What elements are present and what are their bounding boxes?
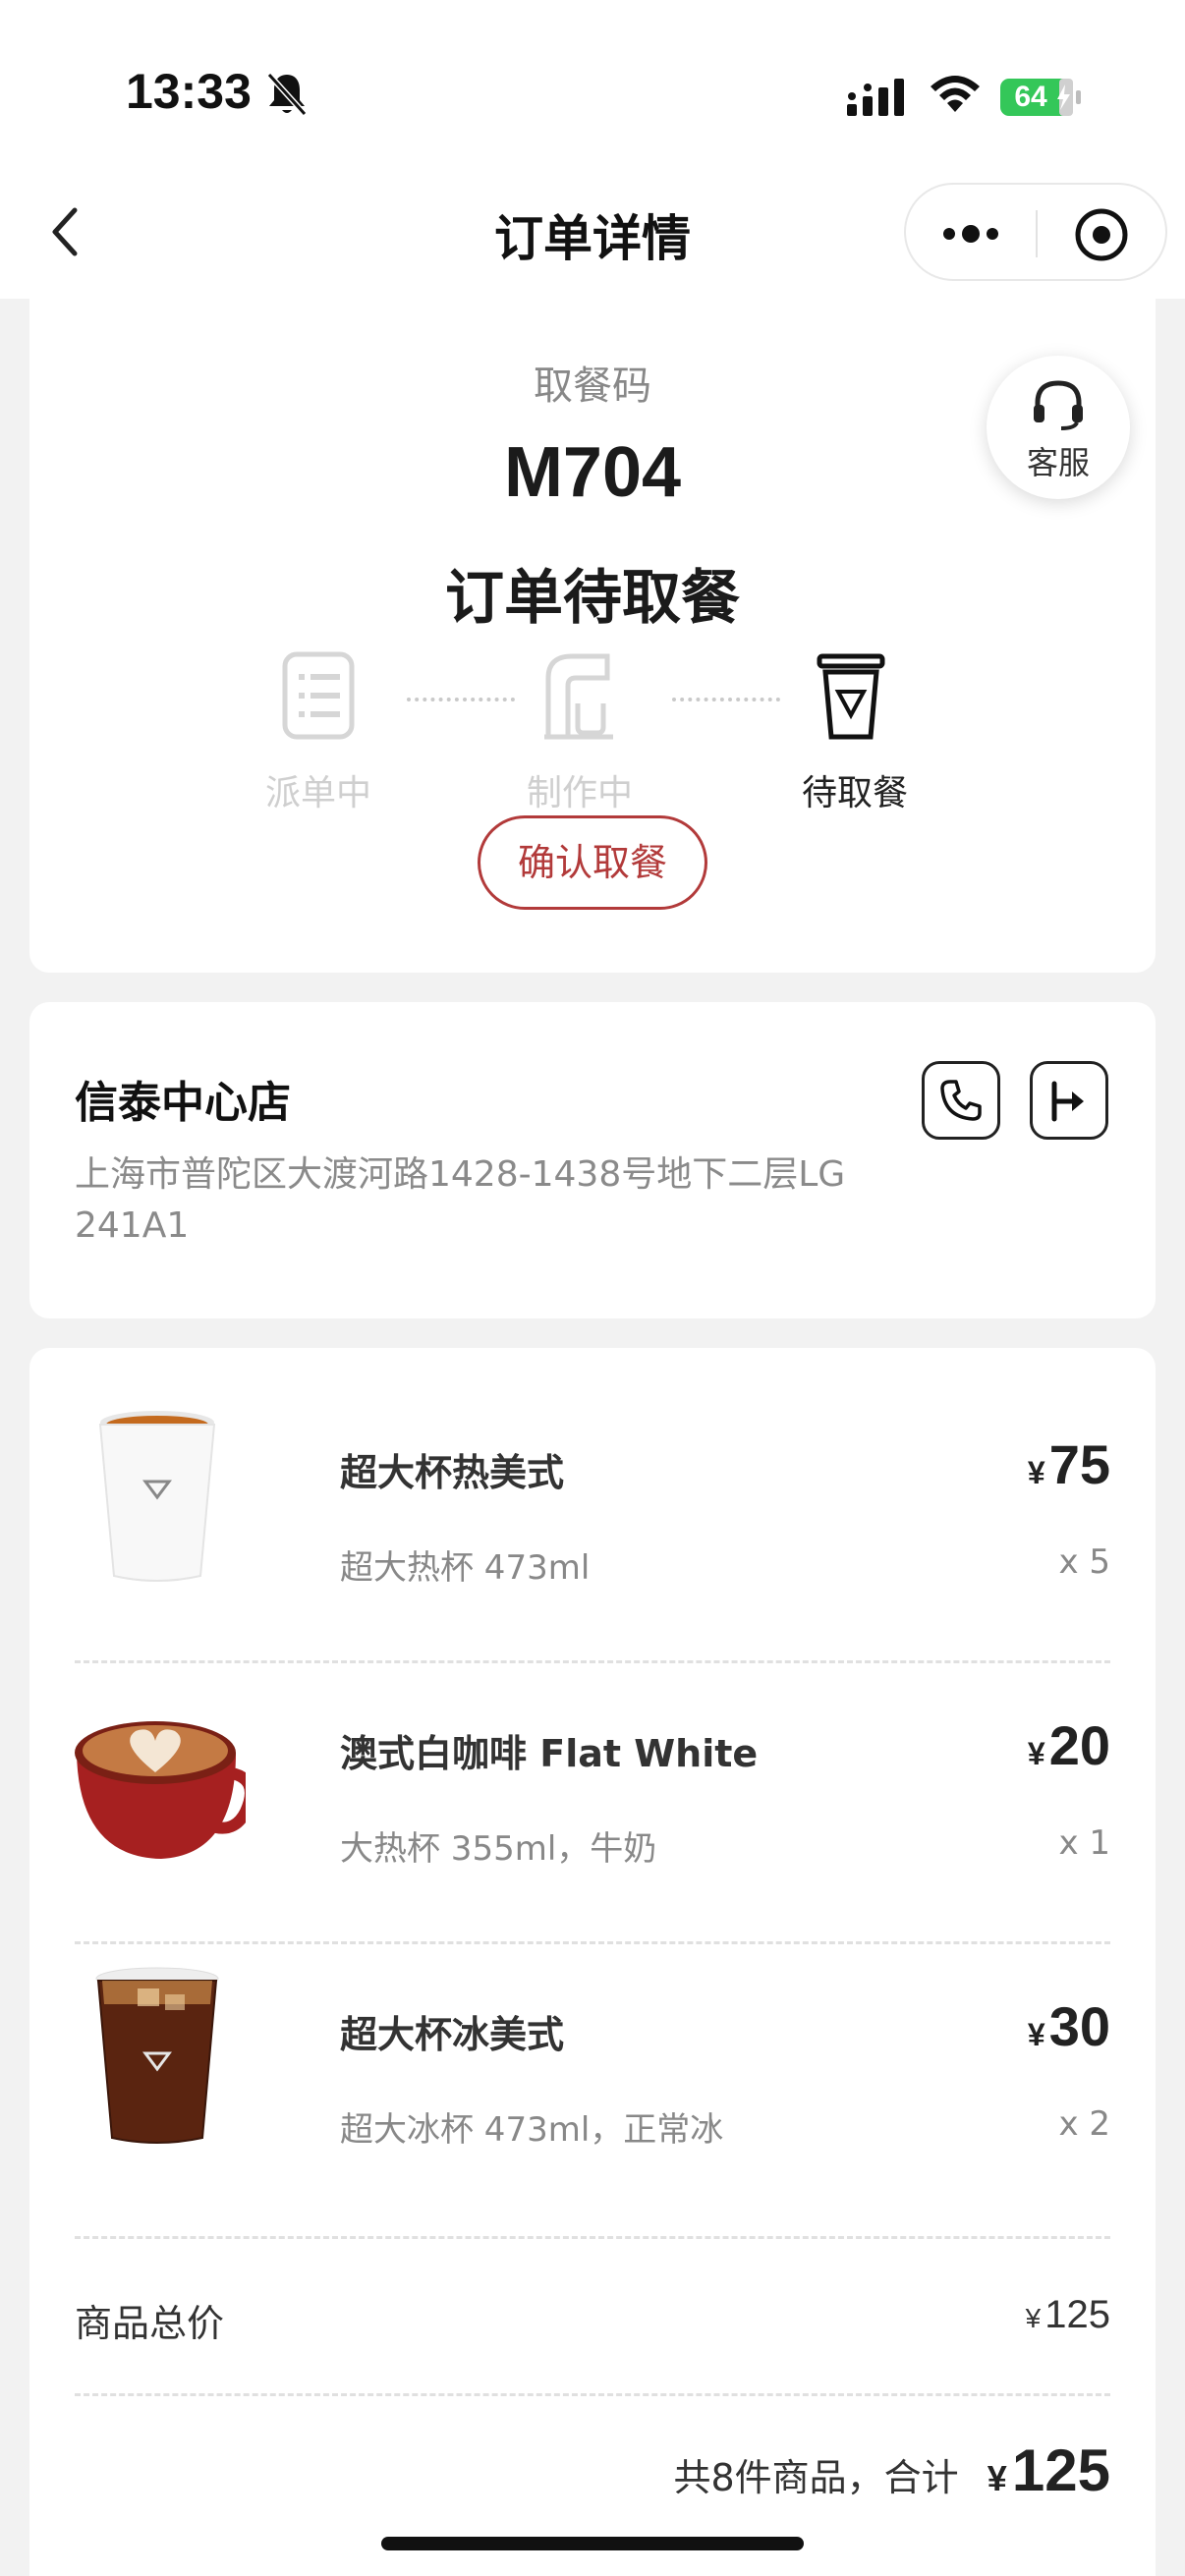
list-item: 超大杯冰美式 超大冰杯 473ml，正常冰 ¥30 x 2 (29, 1910, 1156, 2191)
total-divider (75, 2393, 1110, 2396)
call-store-button[interactable] (922, 1061, 1000, 1140)
more-dots-icon[interactable] (939, 212, 1002, 255)
item-name: 澳式白咖啡 Flat White (340, 1732, 759, 1775)
subtotal-value: ¥125 (1025, 2293, 1110, 2336)
list-item: 超大杯热美式 超大热杯 473ml ¥75 x 5 (29, 1348, 1156, 1629)
navigate-icon (1051, 1081, 1084, 1122)
order-total-value: 125 (1011, 2437, 1110, 2503)
battery-level: 64 (1014, 81, 1047, 113)
step-connector (407, 698, 515, 701)
item-spec: 超大冰杯 473ml，正常冰 (340, 2110, 724, 2150)
iced-americano-image (95, 1967, 219, 2144)
navigate-button[interactable] (1030, 1061, 1108, 1140)
cup-icon (817, 653, 885, 740)
customer-service-label: 客服 (1026, 444, 1090, 481)
subtotal-label: 商品总价 (75, 2302, 225, 2345)
step-connector (672, 698, 780, 701)
list-item: 澳式白咖啡 Flat White 大热杯 355ml，牛奶 ¥20 x 1 (29, 1629, 1156, 1910)
item-spec: 大热杯 355ml，牛奶 (340, 1829, 657, 1869)
step-label-ready: 待取餐 (801, 773, 908, 813)
headset-icon (1034, 380, 1083, 430)
order-list-icon (282, 651, 355, 740)
capsule-divider (1036, 210, 1038, 257)
order-status-title: 订单待取餐 (445, 564, 740, 633)
item-quantity: x 2 (1058, 2104, 1110, 2144)
phone-icon (940, 1080, 982, 1121)
step-label-making: 制作中 (526, 773, 633, 813)
pickup-code-label: 取餐码 (534, 364, 651, 409)
flat-white-image (75, 1721, 246, 1859)
item-quantity: x 1 (1058, 1823, 1110, 1863)
store-name: 信泰中心店 (75, 1078, 291, 1128)
bell-slash-icon (266, 72, 308, 117)
step-label-dispatching: 派单中 (264, 773, 371, 813)
item-price: ¥30 (1027, 1995, 1110, 2057)
item-quantity: x 5 (1058, 1542, 1110, 1582)
item-price: ¥20 (1027, 1714, 1110, 1776)
store-address: 上海市普陀区大渡河路1428-1438号地下二层LG 241A1 (75, 1154, 846, 1246)
item-price: ¥75 (1027, 1433, 1110, 1495)
home-indicator (381, 2537, 804, 2550)
item-name: 超大杯热美式 (340, 1451, 565, 1494)
mini-program-capsule (904, 183, 1167, 281)
order-items-card: 超大杯热美式 超大热杯 473ml ¥75 x 5 澳式白咖啡 Flat Whi… (29, 1348, 1156, 2576)
target-icon[interactable] (1073, 206, 1130, 263)
wifi-icon (931, 76, 980, 112)
order-total-currency: ¥ (987, 2458, 1007, 2498)
hot-americano-image (98, 1411, 216, 1582)
store-card: 信泰中心店 上海市普陀区大渡河路1428-1438号地下二层LG 241A1 (29, 1002, 1156, 1318)
confirm-pickup-button[interactable]: 确认取餐 (478, 815, 707, 910)
item-divider (75, 2236, 1110, 2239)
status-time: 13:33 (126, 64, 252, 119)
item-name: 超大杯冰美式 (340, 2013, 565, 2056)
customer-service-button[interactable]: 客服 (987, 356, 1130, 499)
item-spec: 超大热杯 473ml (340, 1548, 591, 1588)
order-total-label: 共8件商品，合计 (673, 2456, 959, 2499)
order-status-card: 取餐码 M704 订单待取餐 客服 派单中 制作中 待取餐 确认取餐 (29, 285, 1156, 973)
signal-icon (847, 79, 904, 116)
coffee-machine-icon (544, 653, 613, 740)
order-total: 共8件商品，合计 ¥ 125 (673, 2436, 1110, 2504)
